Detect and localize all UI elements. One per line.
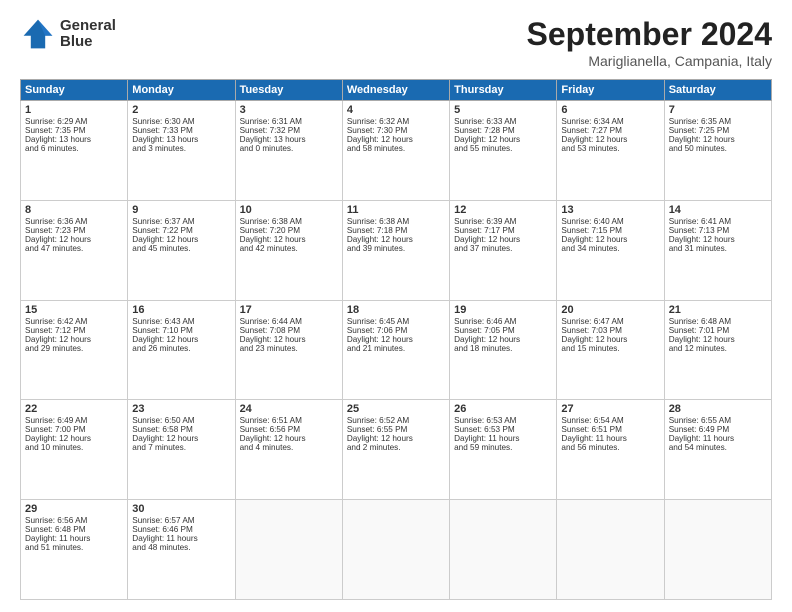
day-cell: 18Sunrise: 6:45 AMSunset: 7:06 PMDayligh…: [342, 300, 449, 400]
logo-text: General Blue: [60, 18, 116, 51]
weekday-thursday: Thursday: [450, 80, 557, 101]
day-cell: 2Sunrise: 6:30 AMSunset: 7:33 PMDaylight…: [128, 101, 235, 201]
weekday-wednesday: Wednesday: [342, 80, 449, 101]
day-number: 9: [132, 204, 230, 216]
day-cell: 5Sunrise: 6:33 AMSunset: 7:28 PMDaylight…: [450, 101, 557, 201]
day-cell: 12Sunrise: 6:39 AMSunset: 7:17 PMDayligh…: [450, 200, 557, 300]
day-cell: 23Sunrise: 6:50 AMSunset: 6:58 PMDayligh…: [128, 400, 235, 500]
header: General Blue September 2024 Mariglianell…: [20, 16, 772, 69]
logo-line1: General: [60, 17, 116, 34]
day-cell: 11Sunrise: 6:38 AMSunset: 7:18 PMDayligh…: [342, 200, 449, 300]
logo: General Blue: [20, 16, 116, 52]
day-cell: 17Sunrise: 6:44 AMSunset: 7:08 PMDayligh…: [235, 300, 342, 400]
day-cell: 9Sunrise: 6:37 AMSunset: 7:22 PMDaylight…: [128, 200, 235, 300]
week-row-1: 1Sunrise: 6:29 AMSunset: 7:35 PMDaylight…: [21, 101, 772, 201]
day-cell: 16Sunrise: 6:43 AMSunset: 7:10 PMDayligh…: [128, 300, 235, 400]
day-cell: [235, 500, 342, 600]
day-number: 13: [561, 204, 659, 216]
day-number: 12: [454, 204, 552, 216]
weekday-monday: Monday: [128, 80, 235, 101]
day-cell: 20Sunrise: 6:47 AMSunset: 7:03 PMDayligh…: [557, 300, 664, 400]
day-cell: 27Sunrise: 6:54 AMSunset: 6:51 PMDayligh…: [557, 400, 664, 500]
day-number: 30: [132, 503, 230, 515]
weekday-tuesday: Tuesday: [235, 80, 342, 101]
day-number: 20: [561, 304, 659, 316]
weekday-saturday: Saturday: [664, 80, 771, 101]
day-number: 6: [561, 104, 659, 116]
weekday-friday: Friday: [557, 80, 664, 101]
day-number: 3: [240, 104, 338, 116]
logo-line2: Blue: [60, 33, 93, 50]
day-cell: 29Sunrise: 6:56 AMSunset: 6:48 PMDayligh…: [21, 500, 128, 600]
day-cell: 13Sunrise: 6:40 AMSunset: 7:15 PMDayligh…: [557, 200, 664, 300]
page: General Blue September 2024 Mariglianell…: [0, 0, 792, 612]
day-cell: 30Sunrise: 6:57 AMSunset: 6:46 PMDayligh…: [128, 500, 235, 600]
day-number: 18: [347, 304, 445, 316]
week-row-3: 15Sunrise: 6:42 AMSunset: 7:12 PMDayligh…: [21, 300, 772, 400]
day-number: 11: [347, 204, 445, 216]
day-cell: 15Sunrise: 6:42 AMSunset: 7:12 PMDayligh…: [21, 300, 128, 400]
day-number: 26: [454, 403, 552, 415]
weekday-sunday: Sunday: [21, 80, 128, 101]
week-row-5: 29Sunrise: 6:56 AMSunset: 6:48 PMDayligh…: [21, 500, 772, 600]
day-cell: 10Sunrise: 6:38 AMSunset: 7:20 PMDayligh…: [235, 200, 342, 300]
day-cell: 19Sunrise: 6:46 AMSunset: 7:05 PMDayligh…: [450, 300, 557, 400]
day-number: 22: [25, 403, 123, 415]
day-cell: 1Sunrise: 6:29 AMSunset: 7:35 PMDaylight…: [21, 101, 128, 201]
week-row-4: 22Sunrise: 6:49 AMSunset: 7:00 PMDayligh…: [21, 400, 772, 500]
day-number: 7: [669, 104, 767, 116]
day-number: 8: [25, 204, 123, 216]
day-number: 17: [240, 304, 338, 316]
week-row-2: 8Sunrise: 6:36 AMSunset: 7:23 PMDaylight…: [21, 200, 772, 300]
day-number: 21: [669, 304, 767, 316]
day-cell: 24Sunrise: 6:51 AMSunset: 6:56 PMDayligh…: [235, 400, 342, 500]
day-cell: 6Sunrise: 6:34 AMSunset: 7:27 PMDaylight…: [557, 101, 664, 201]
day-number: 15: [25, 304, 123, 316]
calendar: SundayMondayTuesdayWednesdayThursdayFrid…: [20, 79, 772, 600]
day-number: 19: [454, 304, 552, 316]
day-number: 27: [561, 403, 659, 415]
location-title: Mariglianella, Campania, Italy: [527, 53, 772, 69]
day-number: 25: [347, 403, 445, 415]
day-cell: [450, 500, 557, 600]
weekday-header-row: SundayMondayTuesdayWednesdayThursdayFrid…: [21, 80, 772, 101]
day-number: 28: [669, 403, 767, 415]
month-title: September 2024: [527, 16, 772, 53]
day-number: 4: [347, 104, 445, 116]
day-cell: 4Sunrise: 6:32 AMSunset: 7:30 PMDaylight…: [342, 101, 449, 201]
day-cell: [557, 500, 664, 600]
day-cell: 3Sunrise: 6:31 AMSunset: 7:32 PMDaylight…: [235, 101, 342, 201]
day-number: 10: [240, 204, 338, 216]
day-cell: 8Sunrise: 6:36 AMSunset: 7:23 PMDaylight…: [21, 200, 128, 300]
day-number: 23: [132, 403, 230, 415]
day-cell: [664, 500, 771, 600]
day-number: 29: [25, 503, 123, 515]
day-number: 1: [25, 104, 123, 116]
day-cell: 22Sunrise: 6:49 AMSunset: 7:00 PMDayligh…: [21, 400, 128, 500]
day-number: 5: [454, 104, 552, 116]
day-cell: 25Sunrise: 6:52 AMSunset: 6:55 PMDayligh…: [342, 400, 449, 500]
day-number: 2: [132, 104, 230, 116]
day-number: 14: [669, 204, 767, 216]
day-cell: 28Sunrise: 6:55 AMSunset: 6:49 PMDayligh…: [664, 400, 771, 500]
day-cell: 21Sunrise: 6:48 AMSunset: 7:01 PMDayligh…: [664, 300, 771, 400]
day-cell: [342, 500, 449, 600]
day-number: 16: [132, 304, 230, 316]
day-cell: 14Sunrise: 6:41 AMSunset: 7:13 PMDayligh…: [664, 200, 771, 300]
logo-icon: [20, 16, 56, 52]
day-number: 24: [240, 403, 338, 415]
day-cell: 26Sunrise: 6:53 AMSunset: 6:53 PMDayligh…: [450, 400, 557, 500]
title-block: September 2024 Mariglianella, Campania, …: [527, 16, 772, 69]
day-cell: 7Sunrise: 6:35 AMSunset: 7:25 PMDaylight…: [664, 101, 771, 201]
